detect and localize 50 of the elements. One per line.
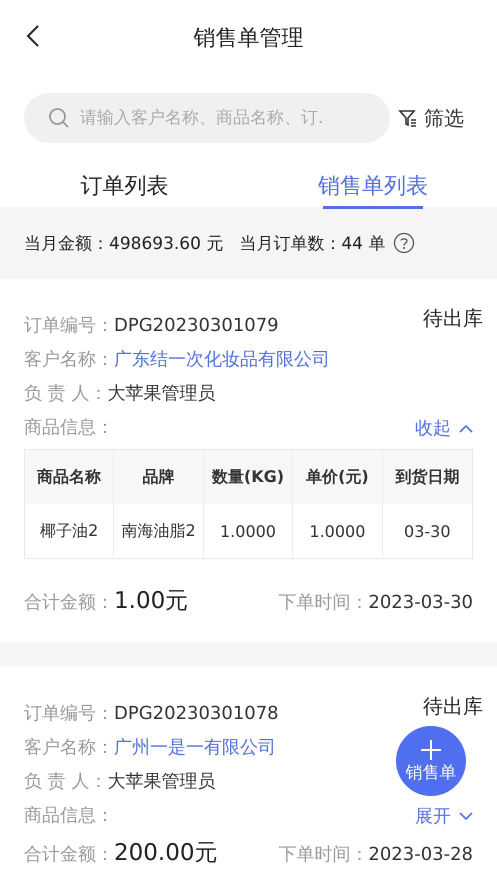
search-icon (48, 107, 70, 129)
field-label: 下单时间： (278, 591, 368, 614)
filter-icon (398, 108, 418, 128)
tab[interactable]: 销售单列表 (248, 161, 497, 207)
column-header: 单价(元) (293, 450, 383, 504)
collapse-toggle[interactable]: 收起 (415, 411, 473, 445)
search-field[interactable]: 请输入客户名称、商品名称、订. (24, 93, 390, 143)
field-label: 客户名称： (24, 348, 114, 372)
field-label: 合计金额： (24, 843, 114, 866)
table-cell: 南海油脂2 (114, 504, 204, 558)
chevron-up-icon (459, 424, 473, 432)
back-icon[interactable] (26, 24, 40, 48)
order-time: 2023-03-30 (368, 592, 473, 613)
total-amount: 200.00元 (114, 839, 218, 868)
page-title: 销售单管理 (194, 24, 304, 52)
field-label: 合计金额： (24, 591, 114, 614)
column-header: 数量(KG) (204, 450, 294, 504)
order-status: 待出库 (423, 305, 483, 332)
month-orders: 当月订单数：44 单 (239, 232, 386, 254)
order-time: 2023-03-28 (368, 844, 473, 865)
owner-name: 大苹果管理员 (107, 382, 216, 406)
field-label: 商品信息： (24, 804, 114, 828)
chevron-down-icon (459, 812, 473, 820)
tab[interactable]: 订单列表 (0, 161, 248, 207)
column-header: 商品名称 (25, 450, 114, 504)
help-icon[interactable] (393, 232, 416, 254)
owner-name: 大苹果管理员 (107, 770, 216, 794)
collapse-toggle[interactable]: 展开 (415, 799, 473, 833)
table-cell-text: 03-30 (403, 520, 452, 542)
plus-icon (420, 738, 442, 760)
filter-button[interactable]: 筛选 (398, 104, 464, 132)
order-number: DPG20230301079 (114, 314, 279, 338)
field-label: 下单时间： (278, 843, 368, 866)
order-status: 待出库 (423, 693, 483, 720)
table-cell: 1.0000 (204, 504, 294, 558)
month-amount: 当月金额：498693.60 元 (24, 232, 224, 254)
table-cell: 椰子油2 (25, 504, 114, 558)
column-header: 品牌 (114, 450, 204, 504)
field-label: 订单编号： (24, 314, 114, 338)
column-header: 到货日期 (382, 450, 472, 504)
field-label: 商品信息： (24, 416, 114, 440)
field-label: 负 责 人： (24, 770, 108, 794)
field-label: 客户名称： (24, 736, 114, 760)
table-cell: 1.0000 (293, 504, 383, 558)
field-label: 订单编号： (24, 702, 114, 726)
field-label: 负 责 人： (24, 382, 108, 406)
total-amount: 1.00元 (114, 587, 188, 616)
customer-link[interactable]: 广东结一次化妆品有限公司 (114, 343, 330, 377)
order-number: DPG20230301078 (114, 702, 279, 726)
customer-link[interactable]: 广州一是一有限公司 (114, 731, 276, 765)
